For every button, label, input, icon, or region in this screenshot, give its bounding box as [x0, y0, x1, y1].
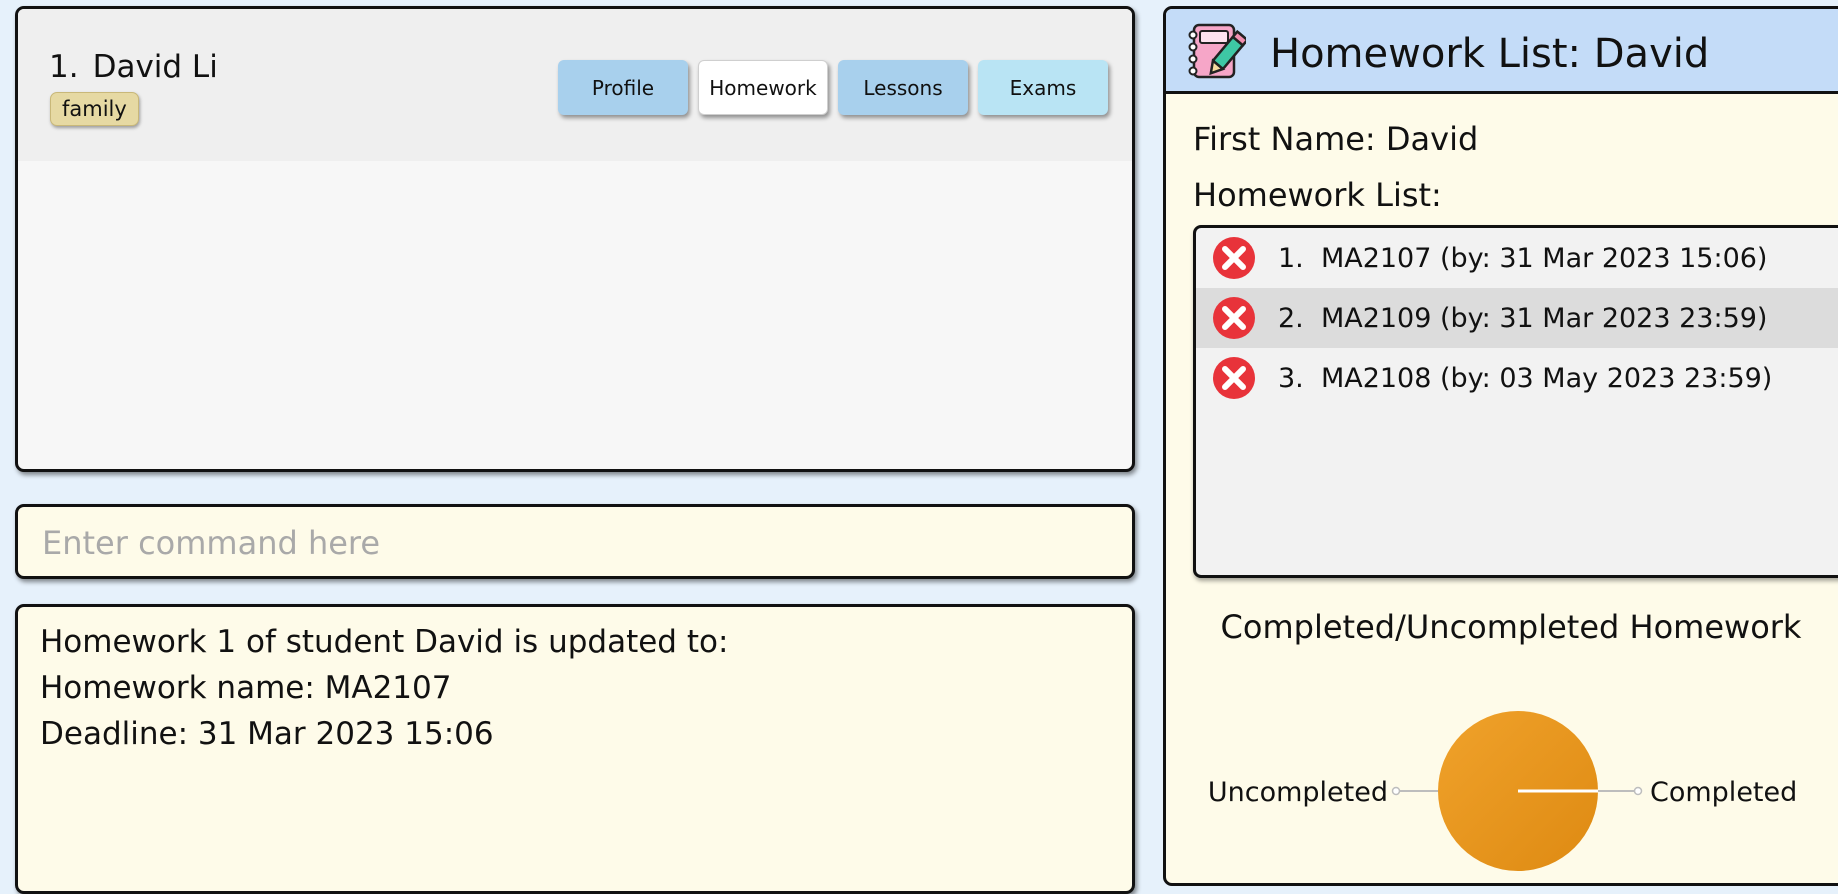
leader-dot-uncompleted [1391, 786, 1401, 796]
result-display: Homework 1 of student David is updated t… [15, 604, 1135, 894]
homework-item-text: 3. MA2108 (by: 03 May 2023 23:59) [1278, 362, 1773, 394]
homework-pie-chart: Uncompleted Completed [1208, 711, 1797, 871]
tab-lessons[interactable]: Lessons [838, 60, 968, 115]
homework-detail-panel: Homework List: David First Name: David H… [1163, 6, 1838, 886]
homework-item-text: 2. MA2109 (by: 31 Mar 2023 23:59) [1278, 302, 1768, 334]
tab-homework[interactable]: Homework [698, 60, 828, 115]
student-list-panel: 1. David Li family Profile Homework Lesso… [15, 6, 1135, 472]
student-card[interactable]: 1. David Li family Profile Homework Lesso… [18, 9, 1132, 161]
pie-label-uncompleted: Uncompleted [1208, 777, 1388, 808]
command-box [15, 504, 1135, 579]
detail-header: Homework List: David [1166, 9, 1838, 94]
detail-title: Homework List: David [1270, 31, 1710, 77]
result-line: Homework 1 of student David is updated t… [40, 624, 729, 660]
homework-item-text: 1. MA2107 (by: 31 Mar 2023 15:06) [1278, 242, 1768, 274]
leader-dot-completed [1633, 786, 1643, 796]
homework-list[interactable]: 1. MA2107 (by: 31 Mar 2023 15:06) 2. MA2… [1193, 225, 1838, 578]
student-name: 1. David Li [49, 49, 218, 85]
chart-title: Completed/Uncompleted Homework [1220, 608, 1802, 646]
result-line: Homework name: MA2107 [40, 670, 452, 706]
result-line: Deadline: 31 Mar 2023 15:06 [40, 716, 494, 752]
tag-badge: family [50, 92, 139, 126]
tab-exams[interactable]: Exams [978, 60, 1108, 115]
homework-item[interactable]: 2. MA2109 (by: 31 Mar 2023 23:59) [1196, 288, 1838, 348]
homework-list-label: Homework List: [1193, 176, 1442, 214]
view-tabs: Profile Homework Lessons Exams [558, 60, 1108, 115]
pie-label-completed: Completed [1650, 777, 1797, 808]
homework-item[interactable]: 1. MA2107 (by: 31 Mar 2023 15:06) [1196, 228, 1838, 288]
cross-icon [1213, 237, 1255, 279]
tab-profile[interactable]: Profile [558, 60, 688, 115]
cross-icon [1213, 297, 1255, 339]
cross-icon [1213, 357, 1255, 399]
command-input[interactable] [40, 517, 1104, 569]
notebook-pencil-icon [1188, 23, 1246, 79]
homework-item[interactable]: 3. MA2108 (by: 03 May 2023 23:59) [1196, 348, 1838, 408]
first-name-label: First Name: David [1193, 120, 1479, 158]
